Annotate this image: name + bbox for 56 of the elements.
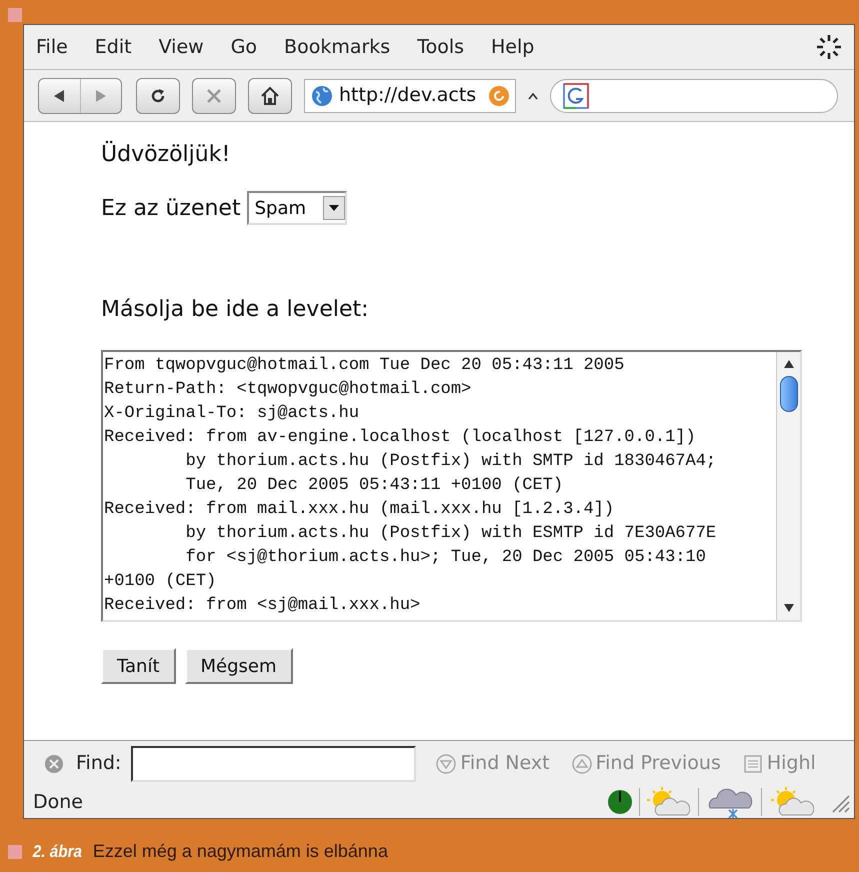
menu-item[interactable]: Bookmarks	[284, 32, 390, 62]
mail-line: Received: from mail.xxx.hu (mail.xxx.hu [1.2.3.4])	[104, 499, 616, 521]
globe-icon	[311, 84, 333, 106]
menu-item[interactable]: Edit	[94, 32, 132, 62]
reload-button[interactable]	[136, 78, 180, 114]
snow-cloud-icon	[707, 786, 753, 818]
back-icon	[52, 88, 66, 102]
mail-line: by thorium.acts.hu (Postfix) with SMTP id 1830467A4;	[184, 451, 718, 473]
search-engine-icon	[563, 82, 589, 108]
home-button[interactable]	[248, 78, 292, 114]
find-label: Find:	[76, 751, 122, 776]
greeting-text: Üdvözöljük!	[101, 140, 230, 169]
figure-caption: Ezzel még a nagymamám is elbánna	[92, 840, 388, 863]
caret-icon	[528, 92, 538, 100]
menu-item[interactable]: Tools	[417, 32, 464, 62]
mail-line: Return-Path: <tqwopvguc@hotmail.com>	[104, 379, 472, 401]
menu-item[interactable]: File	[36, 32, 68, 62]
paste-label: Másolja be ide a levelet:	[101, 296, 369, 324]
scrollbar[interactable]	[776, 352, 800, 620]
close-icon	[205, 86, 223, 104]
scroll-down-icon	[784, 604, 794, 612]
find-field[interactable]	[131, 746, 416, 782]
mail-line: Received: from <sj@mail.xxx.hu>	[104, 595, 422, 617]
caption-mark	[8, 844, 22, 858]
message-label: Ez az üzenet	[101, 194, 241, 222]
mail-line: Received: from av-engine.localhost (localhost [127.0.0.1])	[104, 427, 697, 449]
reload-icon	[149, 86, 167, 104]
home-icon	[260, 86, 280, 106]
menu-item[interactable]: View	[158, 32, 204, 62]
message-type-select[interactable]: Spam	[246, 191, 347, 225]
mail-line: for <sj@thorium.acts.hu>; Tue, 20 Dec 2005 05:43:10	[184, 547, 707, 569]
menu-item[interactable]: Go	[230, 32, 258, 62]
mail-line: From tqwopvguc@hotmail.com Tue Dec 20 05:43:11 2005	[104, 355, 626, 377]
form-button[interactable]: Mégsem	[184, 648, 293, 684]
find-next-icon	[436, 754, 456, 774]
throbber-icon	[816, 34, 842, 60]
stop-button[interactable]	[192, 78, 236, 114]
mail-line: Tue, 20 Dec 2005 05:43:11 +0100 (CET)	[184, 475, 564, 497]
menu-item[interactable]: Help	[491, 32, 534, 62]
mail-line: by thorium.acts.hu (Postfix) with ESMTP id 7E30A677E	[184, 523, 718, 545]
form-button[interactable]: Tanít	[101, 648, 176, 684]
search-field[interactable]	[550, 78, 838, 112]
refresh-icon	[489, 86, 509, 106]
scroll-thumb[interactable]	[780, 376, 798, 412]
mail-textarea[interactable]	[101, 350, 802, 622]
mail-line: X-Original-To: sj@acts.hu	[104, 403, 360, 425]
address-field[interactable]: http://dev.acts	[304, 78, 516, 112]
corner-mark	[8, 8, 22, 22]
status-indicator-icon	[607, 789, 633, 815]
status-text: Done	[33, 790, 84, 815]
forward-icon	[94, 88, 108, 102]
mail-line: +0100 (CET)	[104, 571, 218, 593]
find-previous-icon	[572, 754, 592, 774]
highlight-icon	[742, 754, 763, 774]
figure-number: 2. ábra	[32, 840, 82, 863]
scroll-up-icon	[784, 360, 794, 368]
